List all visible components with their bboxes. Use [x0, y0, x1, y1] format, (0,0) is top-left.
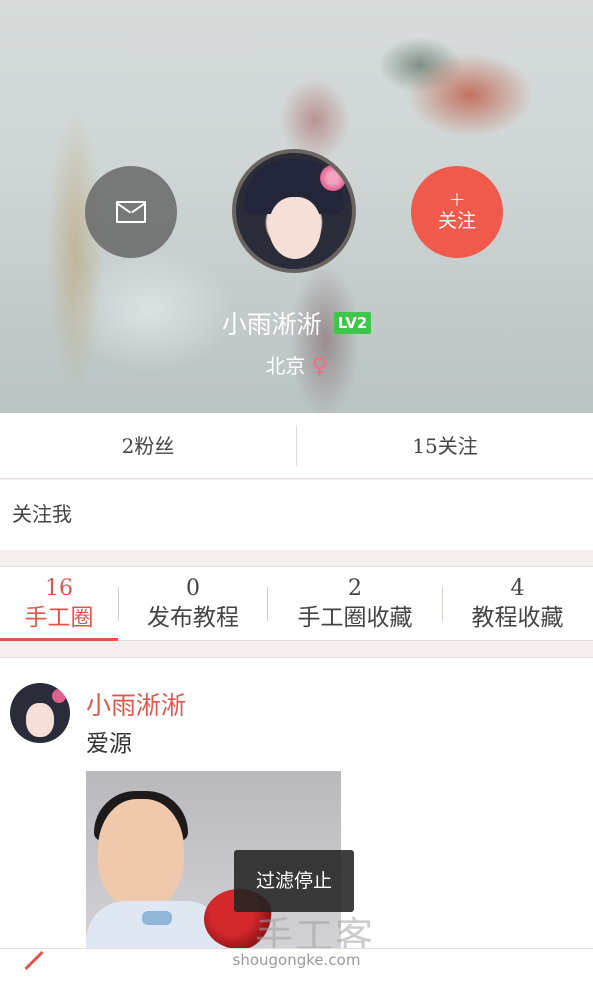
post-text: 爱源	[86, 731, 132, 757]
fans-count[interactable]: 2粉丝	[0, 413, 296, 478]
content-tabs: 16 手工圈 0 发布教程 2 手工圈收藏 4 教程收藏	[0, 566, 593, 641]
tab-tutorial-favorites[interactable]: 4 教程收藏	[443, 566, 592, 641]
tab-label: 手工圈	[24, 605, 94, 631]
tab-published-tutorials[interactable]: 0 发布教程	[119, 566, 267, 641]
tab-label: 手工圈收藏	[297, 605, 413, 631]
level-badge: LV2	[333, 312, 372, 334]
tab-label: 教程收藏	[471, 605, 564, 631]
avatar[interactable]	[232, 149, 356, 273]
post-avatar[interactable]	[10, 683, 70, 743]
location-row: 北京 ♀	[0, 350, 593, 379]
tab-count: 4	[510, 576, 525, 601]
watermark-url: shougongke.com	[232, 951, 361, 969]
female-icon: ♀	[311, 354, 328, 379]
message-button[interactable]	[85, 166, 177, 258]
envelope-icon	[116, 201, 146, 223]
username-row: 小雨淅淅 LV2	[0, 305, 593, 341]
profile-header: + 关注 小雨淅淅 LV2 北京 ♀	[0, 0, 593, 413]
tab-circle-favorites[interactable]: 2 手工圈收藏	[268, 566, 442, 641]
following-count[interactable]: 15关注	[297, 413, 593, 478]
bio: 关注我	[0, 480, 593, 550]
location: 北京	[265, 354, 306, 378]
plus-icon: +	[448, 187, 466, 211]
tab-label: 发布教程	[147, 605, 239, 631]
username: 小雨淅淅	[221, 310, 322, 339]
tab-crafts-circle[interactable]: 16 手工圈	[0, 566, 118, 641]
post-author[interactable]: 小雨淅淅	[86, 686, 186, 722]
follow-button[interactable]: + 关注	[411, 166, 503, 258]
follow-button-label: 关注	[437, 210, 476, 232]
toast-message: 过滤停止	[234, 850, 354, 912]
tab-count: 0	[186, 576, 200, 601]
tab-count: 16	[45, 576, 73, 601]
stats-bar: 2粉丝 15关注	[0, 413, 593, 479]
tab-count: 2	[348, 576, 362, 601]
